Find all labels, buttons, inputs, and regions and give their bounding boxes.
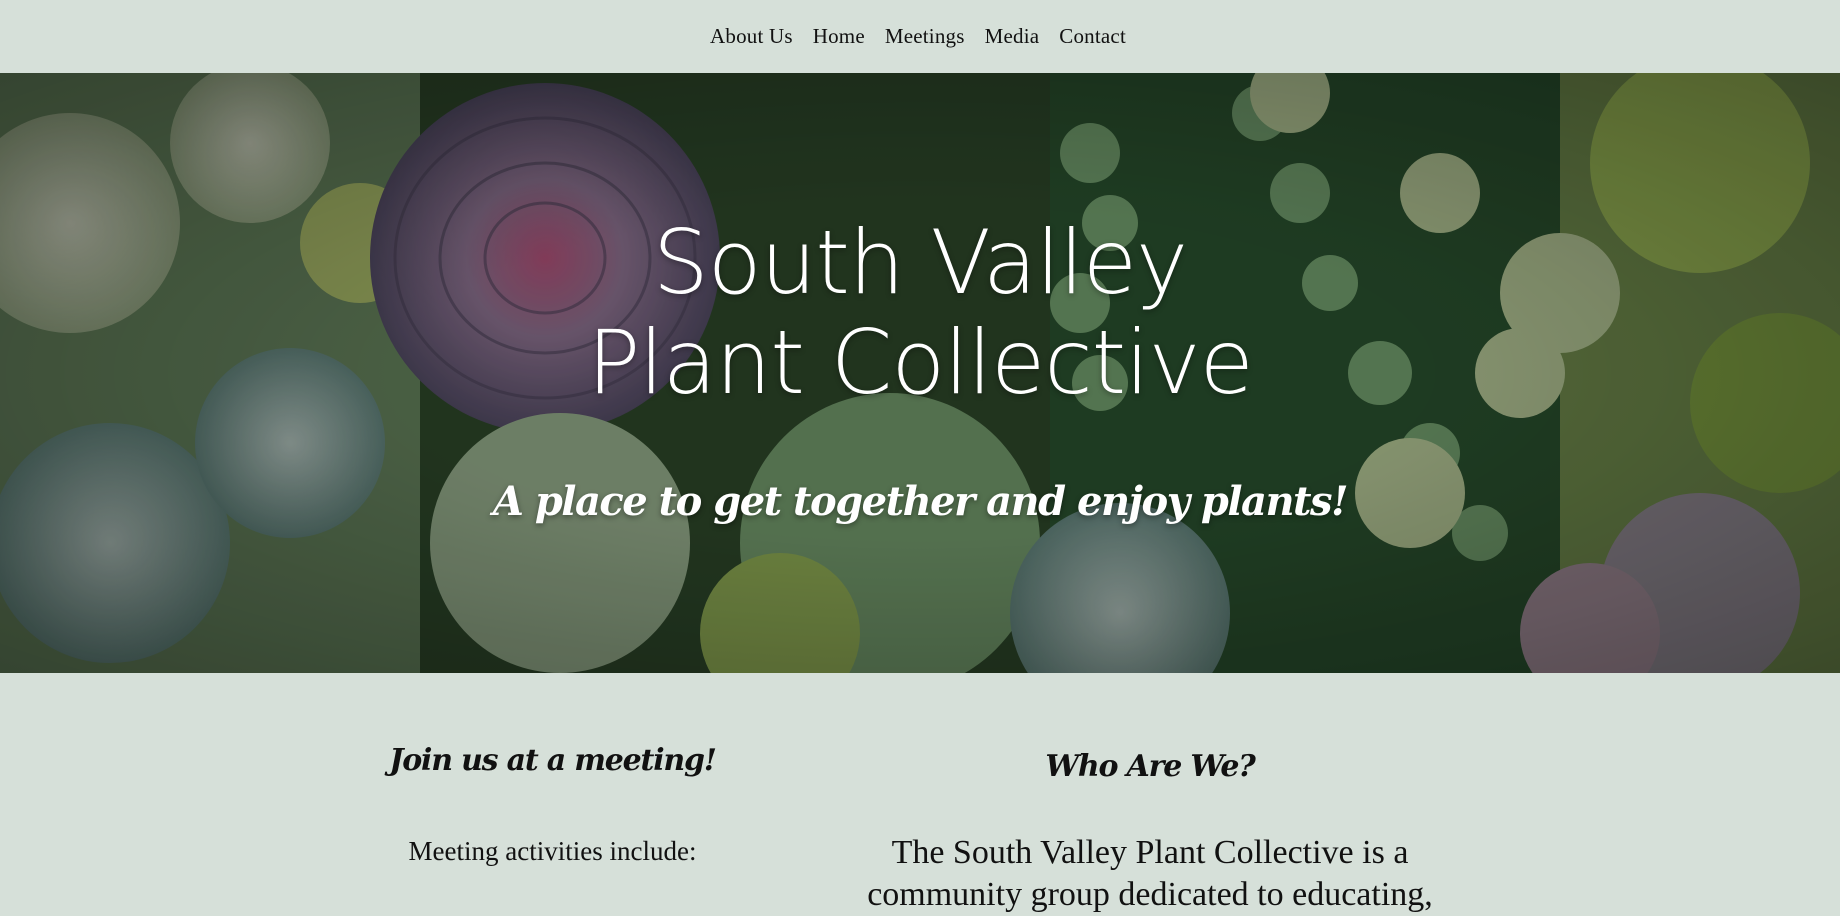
- hero-title-line-2: Plant Collective: [587, 311, 1254, 414]
- meetings-section: Join us at a meeting! Meeting activities…: [370, 743, 735, 867]
- main-content: Join us at a meeting! Meeting activities…: [0, 673, 1840, 916]
- about-text-line-2: community group dedicated to educating,: [867, 876, 1433, 913]
- nav-link-contact[interactable]: Contact: [1059, 24, 1126, 48]
- about-section: Who Are We? The South Valley Plant Colle…: [840, 749, 1460, 916]
- nav-item-about: About Us: [710, 24, 793, 49]
- meetings-heading: Join us at a meeting!: [389, 743, 717, 778]
- hero-title: South Valley Plant Collective: [0, 213, 1840, 413]
- about-description: The South Valley Plant Collective is a c…: [840, 832, 1460, 916]
- hero-banner: South Valley Plant Collective A place to…: [0, 73, 1840, 673]
- nav-link-home[interactable]: Home: [813, 24, 865, 48]
- about-heading: Who Are We?: [1045, 749, 1255, 784]
- hero-tagline: A place to get together and enjoy plants…: [492, 478, 1349, 525]
- nav-item-contact: Contact: [1059, 24, 1126, 49]
- hero-title-line-1: South Valley: [652, 211, 1188, 314]
- nav-link-meetings[interactable]: Meetings: [885, 24, 965, 48]
- nav-item-home: Home: [813, 24, 865, 49]
- nav-item-media: Media: [985, 24, 1040, 49]
- meetings-intro-text: Meeting activities include:: [408, 836, 697, 866]
- nav-item-meetings: Meetings: [885, 24, 965, 49]
- nav-link-media[interactable]: Media: [985, 24, 1040, 48]
- nav-link-about-us[interactable]: About Us: [710, 24, 793, 48]
- about-text-line-1: The South Valley Plant Collective is a: [891, 834, 1409, 871]
- top-navigation: About Us Home Meetings Media Contact: [0, 0, 1840, 73]
- nav-menu: About Us Home Meetings Media Contact: [710, 24, 1126, 49]
